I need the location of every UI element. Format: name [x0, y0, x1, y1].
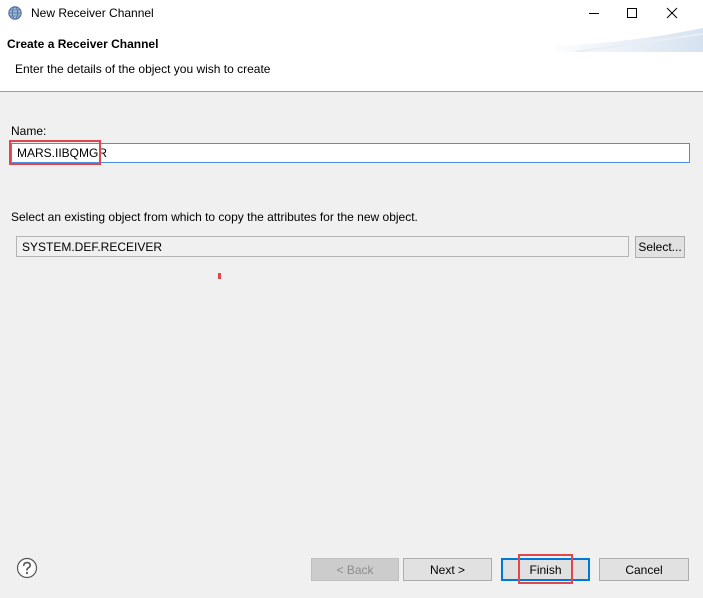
cancel-button[interactable]: Cancel — [599, 558, 689, 581]
select-button[interactable]: Select... — [635, 236, 685, 258]
name-label: Name: — [11, 124, 47, 138]
maximize-button[interactable] — [612, 0, 652, 26]
name-highlight-box — [9, 140, 101, 165]
close-icon — [666, 7, 678, 19]
red-marker — [218, 273, 221, 279]
next-button[interactable]: Next > — [403, 558, 492, 581]
maximize-icon — [627, 8, 637, 18]
minimize-icon — [589, 13, 599, 14]
help-icon[interactable] — [16, 557, 38, 579]
minimize-button[interactable] — [574, 0, 614, 26]
globe-icon — [8, 6, 22, 20]
form-panel — [0, 92, 703, 598]
copy-source-label: Select an existing object from which to … — [11, 210, 418, 224]
page-title: Create a Receiver Channel — [7, 37, 159, 51]
close-button[interactable] — [652, 0, 692, 26]
window-title: New Receiver Channel — [31, 6, 154, 20]
finish-highlight-box — [518, 554, 573, 584]
back-button[interactable]: < Back — [311, 558, 399, 581]
name-input[interactable] — [11, 143, 690, 163]
page-description: Enter the details of the object you wish… — [15, 62, 271, 76]
copy-source-field[interactable] — [16, 236, 629, 257]
banner-graphic — [545, 28, 703, 52]
